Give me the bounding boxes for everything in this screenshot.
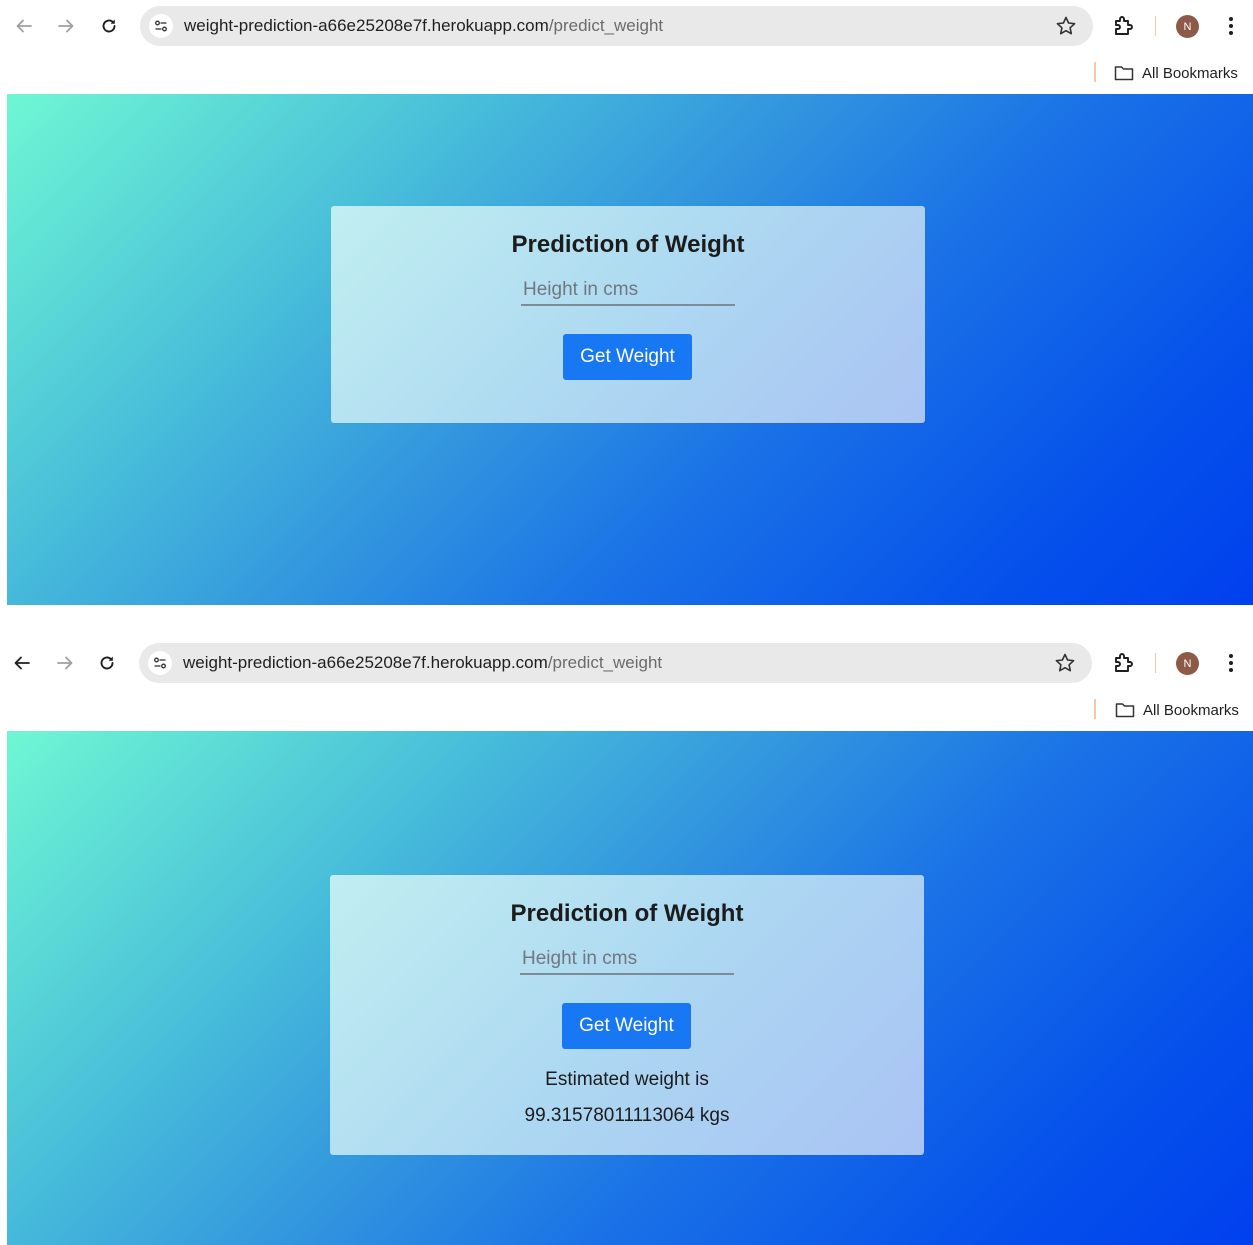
folder-icon xyxy=(1114,66,1134,81)
prediction-card: Prediction of Weight Get Weight Estimate… xyxy=(330,875,924,1155)
bookmarks-divider xyxy=(1094,699,1096,719)
folder-icon xyxy=(1115,703,1135,718)
toolbar-divider xyxy=(1155,16,1156,36)
bookmarks-divider xyxy=(1094,62,1096,82)
all-bookmarks-label: All Bookmarks xyxy=(1142,64,1238,82)
reload-icon[interactable] xyxy=(95,12,123,40)
screenshot-after: weight-prediction-a66e25208e7f.herokuapp… xyxy=(0,637,1253,1245)
back-arrow-icon[interactable] xyxy=(10,12,38,40)
browser-toolbar: weight-prediction-a66e25208e7f.herokuapp… xyxy=(0,0,1253,54)
height-input[interactable] xyxy=(521,276,735,306)
url-host: weight-prediction-a66e25208e7f.herokuapp… xyxy=(184,16,549,35)
page-title: Prediction of Weight xyxy=(511,231,745,258)
prediction-card: Prediction of Weight Get Weight xyxy=(331,206,925,423)
screenshot-before: weight-prediction-a66e25208e7f.herokuapp… xyxy=(0,0,1253,605)
url-text: weight-prediction-a66e25208e7f.herokuapp… xyxy=(184,16,663,36)
kebab-menu-icon[interactable] xyxy=(1222,14,1240,38)
all-bookmarks-label: All Bookmarks xyxy=(1143,701,1239,719)
url-text: weight-prediction-a66e25208e7f.herokuapp… xyxy=(183,653,662,673)
profile-avatar[interactable]: N xyxy=(1176,15,1199,38)
url-path: /predict_weight xyxy=(548,16,664,35)
bookmark-star-icon[interactable] xyxy=(1055,15,1077,37)
extensions-icon[interactable] xyxy=(1112,651,1136,675)
forward-arrow-icon[interactable] xyxy=(52,12,80,40)
site-info-icon[interactable] xyxy=(149,14,173,38)
address-bar[interactable]: weight-prediction-a66e25208e7f.herokuapp… xyxy=(139,643,1092,683)
back-arrow-icon[interactable] xyxy=(8,649,36,677)
browser-toolbar: weight-prediction-a66e25208e7f.herokuapp… xyxy=(0,637,1253,691)
kebab-menu-icon[interactable] xyxy=(1222,651,1240,675)
extensions-icon[interactable] xyxy=(1112,14,1136,38)
page-viewport: Prediction of Weight Get Weight Estimate… xyxy=(7,731,1253,1245)
page-viewport: Prediction of Weight Get Weight xyxy=(7,94,1253,605)
bookmark-star-icon[interactable] xyxy=(1054,652,1076,674)
height-input[interactable] xyxy=(520,945,734,975)
bookmarks-bar: All Bookmarks xyxy=(0,54,1253,94)
forward-arrow-icon[interactable] xyxy=(51,649,79,677)
profile-avatar[interactable]: N xyxy=(1176,652,1199,675)
result-value: 99.31578011113064 kgs xyxy=(524,1105,730,1126)
result-label: Estimated weight is xyxy=(545,1069,709,1090)
all-bookmarks-button[interactable]: All Bookmarks xyxy=(1115,697,1239,723)
address-bar[interactable]: weight-prediction-a66e25208e7f.herokuapp… xyxy=(140,6,1093,46)
url-host: weight-prediction-a66e25208e7f.herokuapp… xyxy=(183,653,548,672)
all-bookmarks-button[interactable]: All Bookmarks xyxy=(1114,60,1238,86)
get-weight-button[interactable]: Get Weight xyxy=(563,334,692,380)
toolbar-divider xyxy=(1155,653,1156,673)
get-weight-button[interactable]: Get Weight xyxy=(562,1003,691,1049)
bookmarks-bar: All Bookmarks xyxy=(0,691,1253,731)
site-info-icon[interactable] xyxy=(148,651,172,675)
page-title: Prediction of Weight xyxy=(510,900,744,927)
url-path: /predict_weight xyxy=(547,653,663,672)
reload-icon[interactable] xyxy=(93,649,121,677)
